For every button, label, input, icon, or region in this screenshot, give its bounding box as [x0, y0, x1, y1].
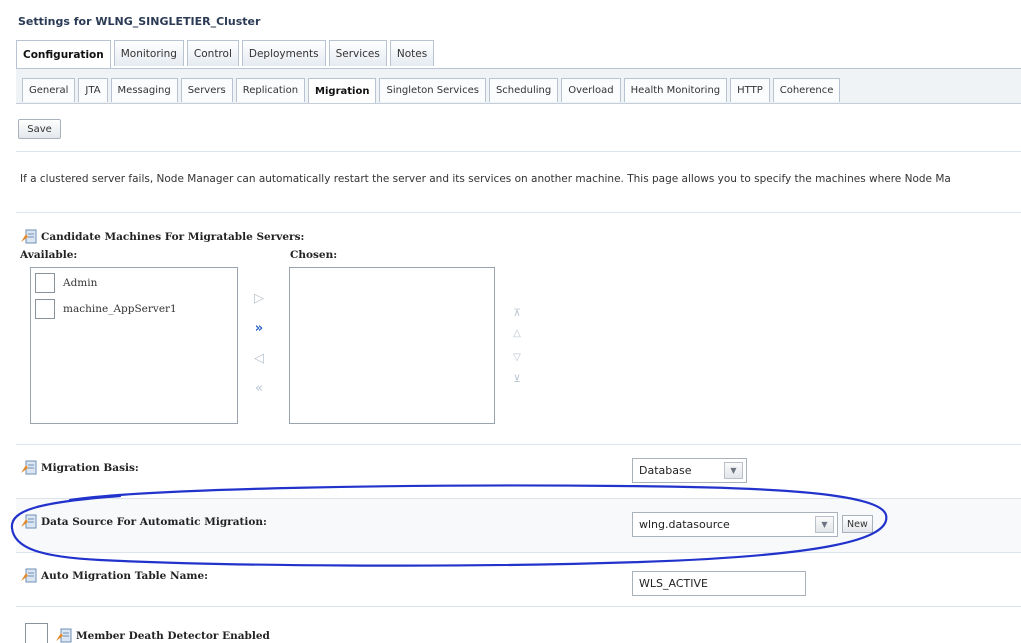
move-top-button[interactable]: ⊼ — [507, 304, 527, 324]
list-item[interactable]: machine_AppServer1 — [31, 297, 237, 320]
main-tab-bar: Configuration Monitoring Control Deploym… — [16, 40, 437, 68]
subtab-singleton-services[interactable]: Singleton Services — [379, 78, 486, 102]
sub-tab-bar: General JTA Messaging Servers Replicatio… — [16, 68, 1021, 104]
chosen-label: Chosen: — [290, 249, 338, 261]
double-chevron-right-icon: » — [254, 320, 264, 336]
member-death-detector-label: Member Death Detector Enabled — [55, 628, 270, 643]
candidate-machines-text: Candidate Machines For Migratable Server… — [41, 230, 305, 243]
subtab-health-monitoring[interactable]: Health Monitoring — [623, 78, 728, 102]
tab-control[interactable]: Control — [186, 40, 239, 66]
move-bottom-button[interactable]: ⊻ — [507, 370, 527, 390]
tab-notes[interactable]: Notes — [389, 40, 435, 66]
migration-basis-row — [16, 444, 1021, 498]
selected-value: wlng.datasource — [639, 518, 730, 531]
help-icon[interactable] — [20, 229, 37, 244]
migration-basis-select[interactable]: Database ▼ — [632, 458, 747, 483]
help-icon[interactable] — [20, 514, 37, 529]
member-death-detector-checkbox[interactable] — [25, 623, 48, 643]
arrow-up-icon: △ — [513, 328, 521, 339]
tab-configuration[interactable]: Configuration — [16, 40, 111, 68]
double-chevron-left-icon: « — [255, 380, 263, 396]
page-title: Settings for WLNG_SINGLETIER_Cluster — [18, 15, 261, 28]
intro-text: If a clustered server fails, Node Manage… — [20, 173, 951, 185]
help-icon[interactable] — [20, 460, 37, 475]
chevron-down-icon[interactable]: ▼ — [815, 516, 834, 533]
arrow-down-icon: ▽ — [513, 352, 521, 363]
data-source-text: Data Source For Automatic Migration: — [41, 515, 267, 528]
move-all-left-button[interactable]: « — [249, 378, 269, 398]
save-button[interactable]: Save — [18, 119, 61, 139]
section-divider — [16, 212, 1021, 213]
member-death-detector-text: Member Death Detector Enabled — [76, 629, 270, 642]
chevron-right-icon: ▷ — [254, 290, 264, 306]
help-icon[interactable] — [55, 628, 72, 643]
auto-migration-table-label: Auto Migration Table Name: — [20, 568, 208, 583]
move-up-button[interactable]: △ — [507, 324, 527, 344]
available-listbox[interactable]: Admin machine_AppServer1 — [30, 267, 238, 424]
move-right-button[interactable]: ▷ — [249, 288, 269, 308]
subtab-jta[interactable]: JTA — [78, 78, 108, 102]
migration-basis-label: Migration Basis: — [20, 460, 139, 475]
toolbar-divider — [16, 103, 1021, 104]
subtab-migration[interactable]: Migration — [308, 78, 377, 104]
subtab-overload[interactable]: Overload — [561, 78, 621, 102]
subtab-coherence[interactable]: Coherence — [772, 78, 841, 102]
checkbox[interactable] — [35, 272, 55, 293]
selected-value: Database — [639, 464, 692, 477]
tab-services[interactable]: Services — [328, 40, 387, 66]
move-all-right-button[interactable]: » — [249, 318, 269, 338]
tab-deployments[interactable]: Deployments — [241, 40, 326, 66]
migration-basis-text: Migration Basis: — [41, 461, 139, 474]
available-label: Available: — [20, 249, 78, 261]
data-source-label: Data Source For Automatic Migration: — [20, 514, 267, 529]
data-source-select[interactable]: wlng.datasource ▼ — [632, 512, 838, 537]
candidate-machines-label: Candidate Machines For Migratable Server… — [20, 229, 304, 244]
chevron-left-icon: ◁ — [254, 350, 264, 366]
subtab-general[interactable]: General — [22, 78, 76, 102]
subtab-messaging[interactable]: Messaging — [110, 78, 178, 102]
list-item[interactable]: Admin — [31, 271, 237, 294]
chosen-listbox[interactable] — [289, 267, 495, 424]
subtab-scheduling[interactable]: Scheduling — [488, 78, 559, 102]
subtab-http[interactable]: HTTP — [730, 78, 770, 102]
auto-migration-table-input[interactable] — [632, 571, 806, 596]
auto-migration-table-text: Auto Migration Table Name: — [41, 569, 209, 582]
move-top-icon: ⊼ — [513, 308, 521, 319]
move-bottom-icon: ⊻ — [513, 374, 521, 385]
move-left-button[interactable]: ◁ — [249, 348, 269, 368]
checkbox[interactable] — [35, 298, 55, 319]
subtab-replication[interactable]: Replication — [235, 78, 306, 102]
tab-monitoring[interactable]: Monitoring — [113, 40, 184, 66]
move-down-button[interactable]: ▽ — [507, 348, 527, 368]
help-icon[interactable] — [20, 568, 37, 583]
new-data-source-button[interactable]: New — [842, 515, 873, 533]
chevron-down-icon[interactable]: ▼ — [724, 462, 743, 479]
section-divider — [16, 151, 1021, 152]
subtab-servers[interactable]: Servers — [180, 78, 233, 102]
